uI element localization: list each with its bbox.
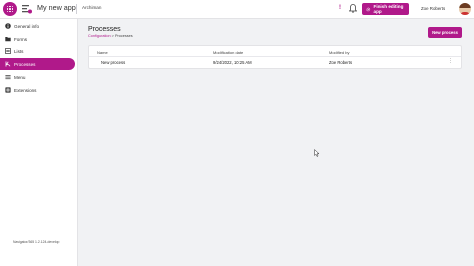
sidebar-item-menu[interactable]: Menu	[0, 71, 75, 83]
processes-table: Name Modification date Modified by New p…	[88, 45, 462, 69]
row-menu-icon[interactable]: ⋮	[448, 59, 453, 64]
breadcrumb-separator: >	[111, 34, 114, 38]
user-name[interactable]: Zoe Roberts	[421, 6, 445, 11]
sidebar: General info Forms Lists Processes Menu …	[0, 19, 78, 266]
sidebar-item-label: Lists	[14, 48, 24, 54]
extension-icon	[5, 87, 11, 93]
gear-icon	[366, 7, 371, 11]
folder-icon	[5, 36, 11, 42]
column-header-modification-date[interactable]: Modification date	[213, 50, 243, 55]
environment-name[interactable]: Archiman	[82, 5, 101, 10]
bell-icon[interactable]	[349, 4, 357, 13]
new-process-button[interactable]: New process	[428, 27, 462, 38]
version-label: Navigator/365 1.2.124-develop	[13, 240, 60, 244]
breadcrumb-configuration[interactable]: Configuration	[88, 34, 111, 38]
app-title: My new app	[37, 3, 76, 12]
alert-icon[interactable]: !	[339, 5, 341, 11]
sidebar-item-label: Forms	[14, 36, 28, 42]
sidebar-item-label: General info	[14, 23, 40, 29]
info-icon	[5, 23, 11, 29]
column-header-name[interactable]: Name	[97, 50, 108, 55]
list-icon	[5, 48, 11, 54]
sidebar-item-general-info[interactable]: General info	[0, 20, 75, 32]
column-header-modified-by[interactable]: Modified by	[329, 50, 349, 55]
app-launcher-button[interactable]	[3, 2, 17, 16]
avatar[interactable]	[459, 3, 471, 15]
sidebar-item-label: Menu	[14, 74, 26, 80]
menu-icon	[5, 74, 11, 80]
process-name-cell[interactable]: New process	[101, 60, 125, 65]
sidebar-item-label: Extensions	[14, 87, 37, 93]
sidebar-item-forms[interactable]: Forms	[0, 33, 75, 45]
sidebar-item-label: Processes	[14, 61, 36, 67]
finish-editing-label: Finish editing app	[373, 4, 404, 14]
sidebar-item-lists[interactable]: Lists	[0, 45, 75, 57]
modified-by-cell: Zoe Roberts	[329, 60, 353, 65]
grid-icon	[6, 5, 14, 13]
finish-editing-button[interactable]: Finish editing app	[362, 3, 409, 15]
sidebar-item-processes[interactable]: Processes	[0, 58, 75, 70]
app-logo-icon	[22, 5, 32, 14]
page-title: Processes	[88, 26, 121, 33]
header-divider	[89, 56, 461, 57]
header-divider	[76, 4, 77, 14]
breadcrumb-current: Processes	[114, 34, 133, 38]
mouse-cursor-icon	[314, 149, 320, 157]
modification-date-cell: 9/24/2022, 10:25 AM	[213, 60, 252, 65]
sidebar-item-extensions[interactable]: Extensions	[0, 84, 75, 96]
top-bar: My new app Archiman ! Finish editing app…	[0, 0, 474, 19]
breadcrumb: Configuration > Processes	[88, 34, 133, 38]
process-icon	[5, 61, 11, 67]
